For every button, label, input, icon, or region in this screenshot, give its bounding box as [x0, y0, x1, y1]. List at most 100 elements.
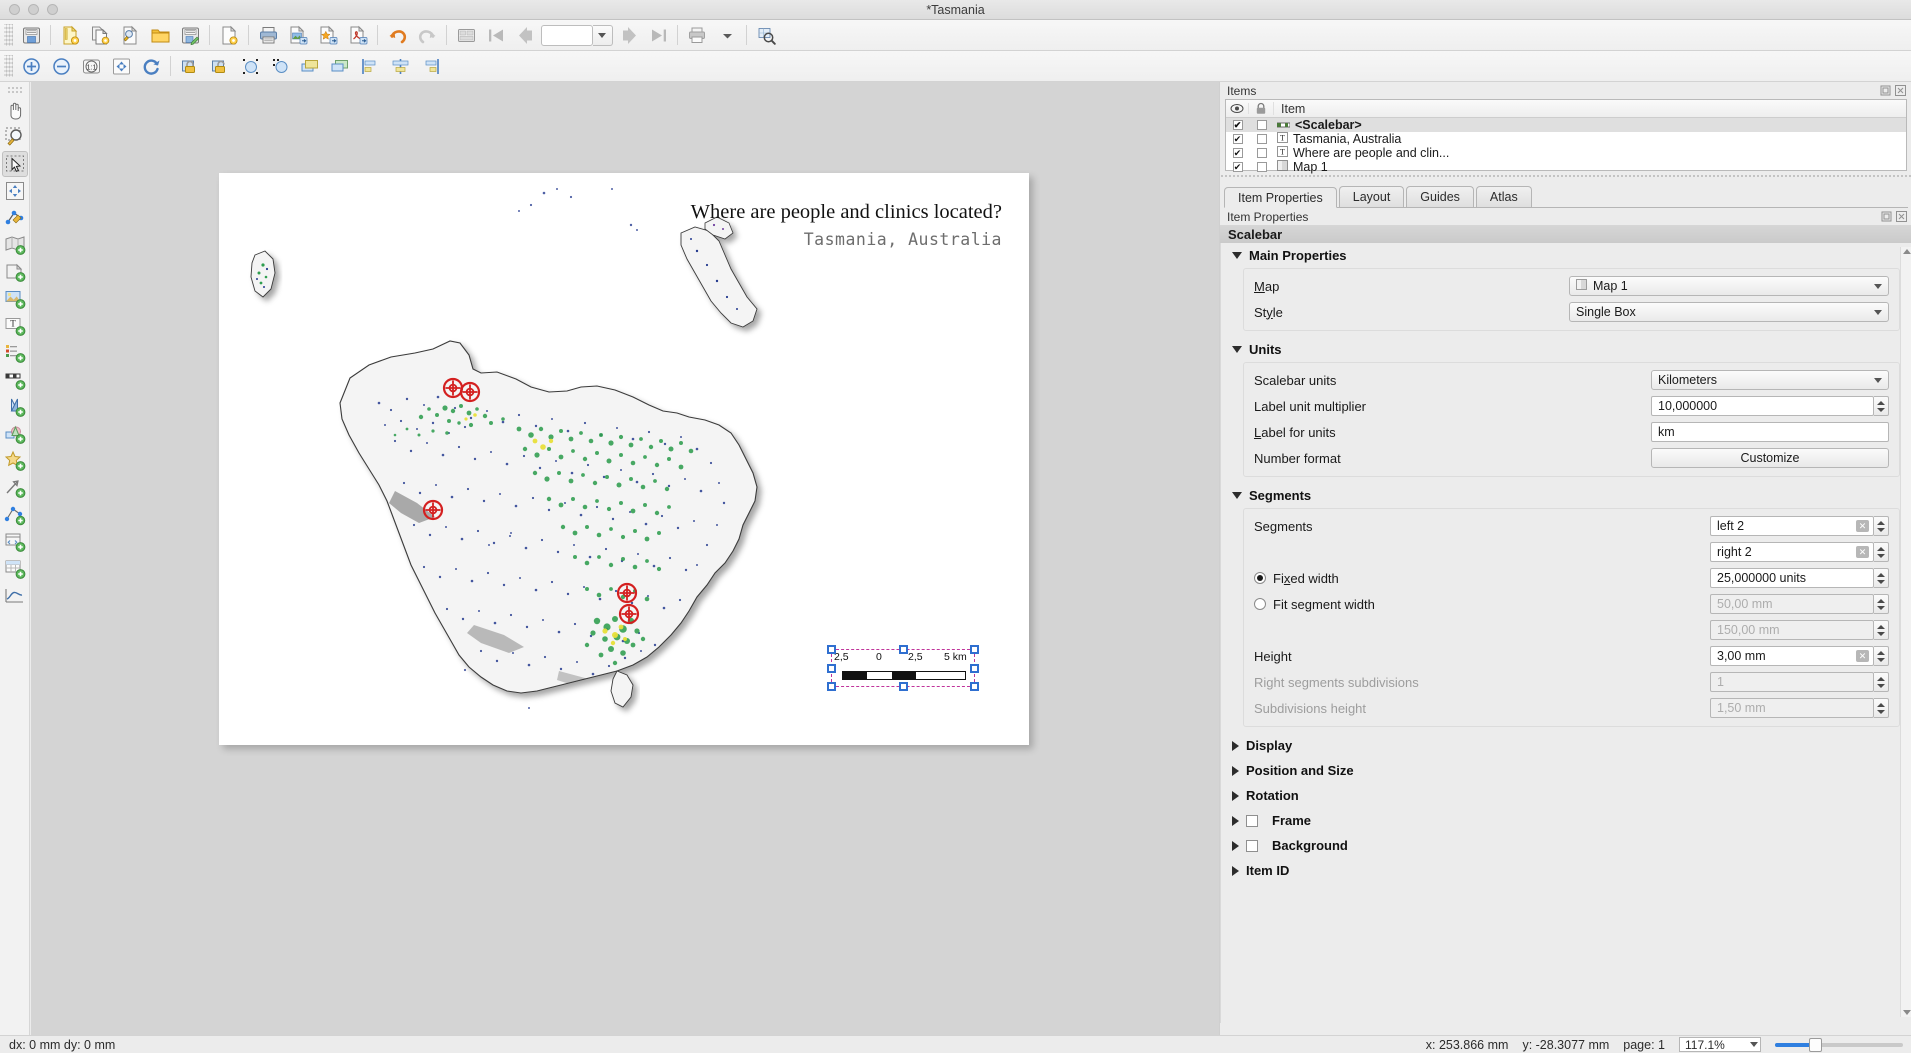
items-row-3-visible-checkbox[interactable]: ✔ — [1226, 162, 1249, 172]
style-select[interactable]: Single Box — [1569, 302, 1889, 322]
subdivisions-stepper[interactable] — [1874, 672, 1889, 692]
fit-segment-min-input[interactable]: 50,00 mm — [1710, 594, 1874, 614]
save-project-button[interactable] — [16, 22, 46, 49]
fixed-width-input[interactable]: 25,000000 units — [1710, 568, 1874, 588]
duplicate-layout-button[interactable] — [85, 22, 115, 49]
add-elevation-profile-tool[interactable] — [2, 583, 28, 609]
add-map-tool[interactable] — [2, 232, 28, 258]
section-main-properties[interactable]: Main Properties — [1221, 243, 1911, 268]
group-items-button[interactable] — [235, 53, 265, 80]
redo-button[interactable] — [412, 22, 442, 49]
last-feature-button[interactable] — [643, 22, 673, 49]
chevron-right-icon-display[interactable] — [1232, 740, 1239, 751]
scalebar-item[interactable]: 2,5 0 2,5 5 km — [827, 645, 979, 691]
atlas-print-button[interactable] — [682, 22, 712, 49]
subdivisions-height-input[interactable]: 1,50 mm — [1710, 698, 1874, 718]
resize-handle-se[interactable] — [970, 682, 979, 691]
segments-left-input[interactable]: left 2 ✕ — [1710, 516, 1874, 536]
tab-guides[interactable]: Guides — [1406, 186, 1474, 207]
section-background[interactable]: Background — [1221, 833, 1911, 858]
properties-dock-float-icon[interactable] — [1880, 210, 1893, 223]
add-picture-tool[interactable] — [2, 286, 28, 312]
add-shape-tool[interactable] — [2, 421, 28, 447]
segments-left-stepper[interactable] — [1874, 516, 1889, 536]
atlas-page-input[interactable] — [541, 24, 593, 46]
new-layout-button[interactable] — [55, 22, 85, 49]
label-unit-multiplier-input[interactable]: 10,000000 — [1651, 396, 1874, 416]
scroll-down-icon[interactable] — [1903, 1010, 1911, 1015]
fixed-width-radio[interactable] — [1254, 572, 1266, 584]
select-move-item-tool[interactable] — [1, 151, 28, 177]
right-segments-subdivisions-input[interactable]: 1 — [1710, 672, 1874, 692]
previous-feature-button[interactable] — [511, 22, 541, 49]
print-layout-button[interactable] — [253, 22, 283, 49]
section-rotation[interactable]: Rotation — [1221, 783, 1911, 808]
add-north-arrow-tool[interactable] — [2, 394, 28, 420]
toolbar-grip-2[interactable] — [4, 55, 13, 77]
move-item-content-tool[interactable] — [2, 178, 28, 204]
fit-segment-min-stepper[interactable] — [1874, 594, 1889, 614]
items-row-2-lock-checkbox[interactable] — [1249, 148, 1274, 158]
unlock-items-button[interactable] — [205, 53, 235, 80]
section-frame[interactable]: Frame — [1221, 808, 1911, 833]
rail-grip[interactable] — [6, 86, 23, 93]
add-attribute-table-tool[interactable] — [2, 556, 28, 582]
chevron-down-icon-segments[interactable] — [1232, 492, 1242, 499]
resize-handle-nw[interactable] — [827, 645, 836, 654]
items-row-tasmania-australia[interactable]: ✔ T Tasmania, Australia — [1226, 132, 1906, 146]
number-format-customize-button[interactable]: Customize — [1651, 448, 1889, 468]
chevron-down-icon-main[interactable] — [1232, 252, 1242, 259]
add-arrow-tool[interactable] — [2, 475, 28, 501]
map-subtitle-label[interactable]: Tasmania, Australia — [804, 230, 1002, 249]
resize-handle-w[interactable] — [827, 664, 836, 673]
items-row-0-lock-checkbox[interactable] — [1249, 120, 1274, 130]
lower-items-button[interactable] — [325, 53, 355, 80]
resize-handle-e[interactable] — [970, 664, 979, 673]
fixed-width-stepper[interactable] — [1874, 568, 1889, 588]
add-node-item-tool[interactable] — [2, 502, 28, 528]
segments-right-stepper[interactable] — [1874, 542, 1889, 562]
frame-checkbox[interactable] — [1246, 814, 1258, 827]
fit-segment-max-stepper[interactable] — [1874, 620, 1889, 640]
export-svg-button[interactable] — [313, 22, 343, 49]
items-dock-float-icon[interactable] — [1879, 84, 1892, 97]
section-item-id[interactable]: Item ID — [1221, 858, 1911, 883]
section-units[interactable]: Units — [1221, 337, 1911, 362]
pan-layout-tool[interactable] — [2, 97, 28, 123]
clear-icon-right-segments[interactable]: ✕ — [1856, 546, 1869, 558]
first-feature-button[interactable] — [481, 22, 511, 49]
add-3d-map-tool[interactable] — [2, 259, 28, 285]
section-position-and-size[interactable]: Position and Size — [1221, 758, 1911, 783]
layout-canvas[interactable]: Where are people and clinics located? Ta… — [31, 82, 1219, 1035]
height-stepper[interactable] — [1874, 646, 1889, 666]
zoom-tool[interactable] — [2, 124, 28, 150]
open-template-button[interactable] — [145, 22, 175, 49]
zoom-in-button[interactable] — [16, 53, 46, 80]
fit-segment-max-input[interactable]: 150,00 mm — [1710, 620, 1874, 640]
tab-item-properties[interactable]: Item Properties — [1224, 187, 1337, 208]
items-row-2-visible-checkbox[interactable]: ✔ — [1226, 148, 1249, 158]
zoom-extent-button[interactable] — [106, 53, 136, 80]
chevron-right-icon-rotation[interactable] — [1232, 790, 1239, 801]
items-row-1-lock-checkbox[interactable] — [1249, 134, 1274, 144]
chevron-down-icon-units[interactable] — [1232, 346, 1242, 353]
undo-button[interactable] — [382, 22, 412, 49]
subdivisions-height-stepper[interactable] — [1874, 698, 1889, 718]
chevron-right-icon-position[interactable] — [1232, 765, 1239, 776]
zoom-slider-knob[interactable] — [1809, 1037, 1822, 1052]
resize-handle-ne[interactable] — [970, 645, 979, 654]
edit-nodes-tool[interactable] — [2, 205, 28, 231]
items-dock-close-icon[interactable] — [1894, 84, 1907, 97]
resize-handle-s[interactable] — [899, 682, 908, 691]
fit-segment-width-radio[interactable] — [1254, 598, 1266, 610]
next-feature-button[interactable] — [613, 22, 643, 49]
section-segments[interactable]: Segments — [1221, 483, 1911, 508]
label-for-units-input[interactable]: km — [1651, 422, 1889, 442]
items-row-3-lock-checkbox[interactable] — [1249, 162, 1274, 172]
chevron-right-icon-frame[interactable] — [1232, 815, 1239, 826]
tab-atlas[interactable]: Atlas — [1475, 186, 1532, 207]
add-legend-tool[interactable] — [2, 340, 28, 366]
scalebar-units-select[interactable]: Kilometers — [1651, 370, 1889, 390]
add-scalebar-tool[interactable] — [2, 367, 28, 393]
scroll-up-icon[interactable] — [1903, 249, 1911, 254]
